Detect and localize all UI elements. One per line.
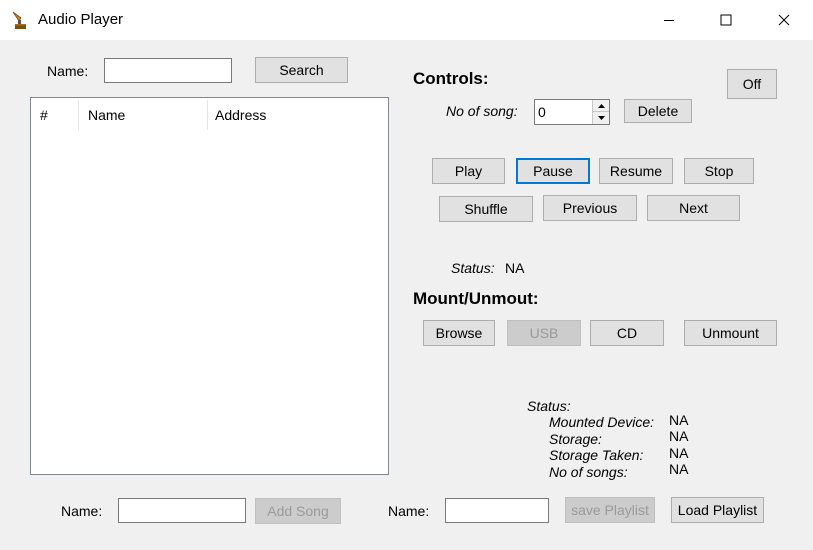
controls-status-label: Status: <box>451 260 495 276</box>
unmount-button[interactable]: Unmount <box>684 320 777 346</box>
song-name-label: Name: <box>61 503 103 519</box>
mount-heading: Mount/Unmout: <box>413 289 539 308</box>
no-of-songs-value: NA <box>669 461 689 477</box>
column-header-number[interactable]: # <box>40 107 48 123</box>
no-of-song-label: No of song: <box>446 103 518 119</box>
load-playlist-button[interactable]: Load Playlist <box>671 497 764 523</box>
search-name-label: Name: <box>47 63 89 79</box>
mounted-device-label: Mounted Device: <box>549 414 655 430</box>
previous-button[interactable]: Previous <box>543 195 637 221</box>
close-icon <box>778 14 790 26</box>
maximize-icon <box>720 14 732 26</box>
search-button[interactable]: Search <box>255 57 348 83</box>
song-list[interactable]: # Name Address <box>30 97 389 475</box>
song-name-input[interactable] <box>118 498 246 523</box>
storage-value: NA <box>669 428 689 444</box>
delete-button[interactable]: Delete <box>624 99 692 123</box>
shuffle-button[interactable]: Shuffle <box>439 196 533 222</box>
resume-button[interactable]: Resume <box>599 158 673 184</box>
stepper-buttons[interactable] <box>592 100 609 124</box>
column-separator[interactable] <box>207 100 208 130</box>
mount-status-label: Status: <box>527 398 571 414</box>
chevron-down-icon <box>597 116 605 120</box>
next-button[interactable]: Next <box>647 195 740 221</box>
stop-button[interactable]: Stop <box>684 158 754 184</box>
column-separator[interactable] <box>78 100 79 130</box>
playlist-name-input[interactable] <box>445 498 549 523</box>
minimize-icon <box>664 20 674 21</box>
controls-status-value: NA <box>505 260 525 276</box>
no-of-songs-label: No of songs: <box>549 464 628 480</box>
chevron-up-icon <box>597 103 605 108</box>
storage-taken-label: Storage Taken: <box>549 447 644 463</box>
maximize-button[interactable] <box>697 0 755 40</box>
gramophone-icon <box>10 10 30 30</box>
browse-button[interactable]: Browse <box>423 320 495 346</box>
storage-taken-value: NA <box>669 445 689 461</box>
column-header-address[interactable]: Address <box>215 107 266 123</box>
cd-button[interactable]: CD <box>590 320 664 346</box>
search-name-input[interactable] <box>104 58 232 83</box>
pause-button[interactable]: Pause <box>516 158 590 184</box>
save-playlist-button[interactable]: save Playlist <box>565 497 655 523</box>
playlist-name-label: Name: <box>388 503 430 519</box>
controls-heading: Controls: <box>413 69 489 88</box>
play-button[interactable]: Play <box>432 158 505 184</box>
mounted-device-value: NA <box>669 412 689 428</box>
no-of-song-value[interactable]: 0 <box>538 104 546 120</box>
storage-label: Storage: <box>549 431 602 447</box>
close-button[interactable] <box>755 0 813 40</box>
title-bar: Audio Player <box>0 0 813 40</box>
off-button[interactable]: Off <box>727 69 777 99</box>
stepper-up-button[interactable] <box>593 100 609 112</box>
add-song-button[interactable]: Add Song <box>255 498 341 524</box>
no-of-song-stepper[interactable]: 0 <box>534 99 610 125</box>
usb-button[interactable]: USB <box>507 320 581 346</box>
column-header-name[interactable]: Name <box>88 107 125 123</box>
stepper-down-button[interactable] <box>593 112 609 124</box>
window-title: Audio Player <box>38 11 124 28</box>
minimize-button[interactable] <box>640 0 698 40</box>
